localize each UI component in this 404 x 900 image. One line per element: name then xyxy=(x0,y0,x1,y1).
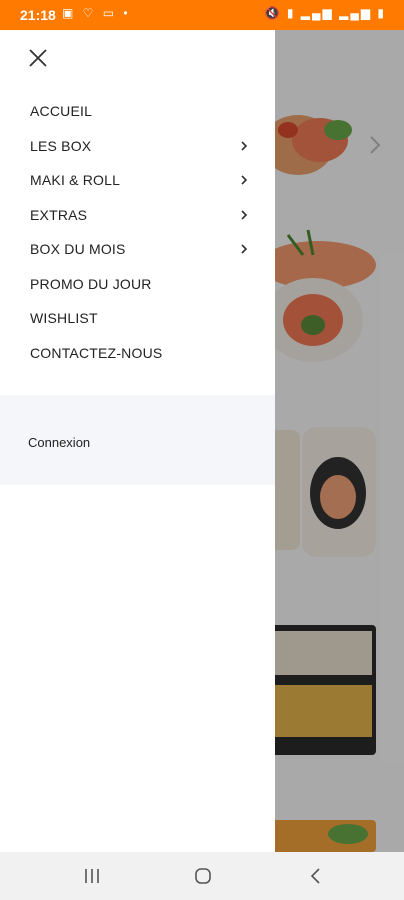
menu-item-label: PROMO DU JOUR xyxy=(30,275,152,292)
notification-icons: ▣ ♡ ▭ • xyxy=(62,6,131,20)
menu-item-label: EXTRAS xyxy=(30,206,88,223)
menu-item-label: WISHLIST xyxy=(30,310,98,326)
menu-item-accueil[interactable]: ACCUEIL xyxy=(0,94,275,129)
system-status-icons: 🔇 ▮ ▂▄▆ ▂▄▆ ▮ xyxy=(264,6,386,20)
menu-item-label: BOX DU MOIS xyxy=(30,241,126,257)
menu-item-label: CONTACTEZ-NOUS xyxy=(30,344,163,361)
navigation-drawer: ACCUEIL LES BOX MAKI & ROLL EXTRAS BOX D… xyxy=(0,30,275,852)
drawer-menu: ACCUEIL LES BOX MAKI & ROLL EXTRAS BOX D… xyxy=(0,94,275,370)
chevron-right-icon xyxy=(241,209,248,220)
status-time: 21:18 xyxy=(20,7,56,23)
menu-item-promo-du-jour[interactable]: PROMO DU JOUR xyxy=(0,267,275,302)
login-link[interactable]: Connexion xyxy=(28,435,90,450)
login-section: Connexion xyxy=(0,395,275,485)
system-nav-bar xyxy=(0,852,404,900)
menu-item-label: MAKI & ROLL xyxy=(30,172,121,188)
back-icon[interactable] xyxy=(304,866,328,886)
home-icon[interactable] xyxy=(191,866,215,886)
menu-item-maki-roll[interactable]: MAKI & ROLL xyxy=(0,163,275,198)
menu-item-box-du-mois[interactable]: BOX DU MOIS xyxy=(0,232,275,267)
menu-item-contactez-nous[interactable]: CONTACTEZ-NOUS xyxy=(0,336,275,371)
menu-item-label: LES BOX xyxy=(30,137,92,154)
close-icon[interactable] xyxy=(26,46,50,70)
recents-icon[interactable] xyxy=(80,866,104,886)
menu-item-wishlist[interactable]: WISHLIST xyxy=(0,301,275,336)
menu-item-label: ACCUEIL xyxy=(30,103,93,119)
menu-item-extras[interactable]: EXTRAS xyxy=(0,198,275,233)
chevron-right-icon xyxy=(241,244,248,254)
menu-item-les-box[interactable]: LES BOX xyxy=(0,129,275,164)
chevron-right-icon xyxy=(241,175,248,185)
status-bar: 21:18 ▣ ♡ ▭ • 🔇 ▮ ▂▄▆ ▂▄▆ ▮ xyxy=(0,0,404,30)
chevron-right-icon xyxy=(241,140,248,151)
